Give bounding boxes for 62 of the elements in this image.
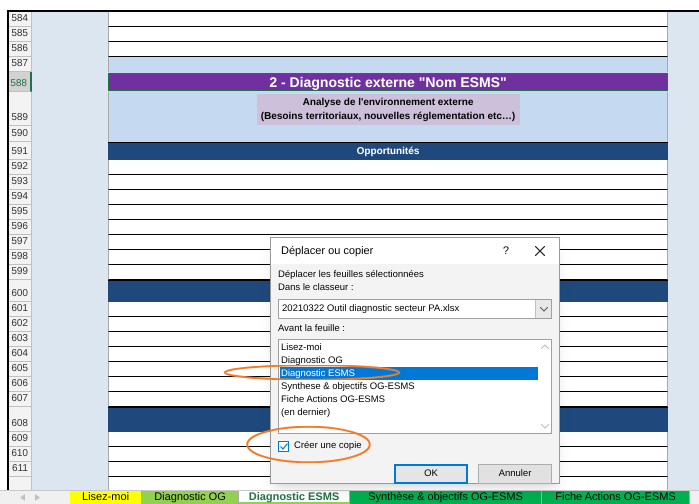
- scroll-right-icon[interactable]: [35, 494, 40, 501]
- row-number: 590: [9, 126, 32, 142]
- row-number: 597: [9, 235, 32, 250]
- row-number: 598: [9, 250, 32, 265]
- dialog-button[interactable]: OK: [394, 464, 468, 484]
- workbook-label: Dans le classeur :: [278, 282, 355, 294]
- margin-cell: [668, 477, 699, 490]
- sheet-tab[interactable]: Diagnostic ESMS: [239, 491, 350, 504]
- check-icon: [280, 442, 288, 450]
- sheet-tab[interactable]: Diagnostic OG: [142, 491, 239, 504]
- sheet-tab[interactable]: Lisez-moi: [70, 491, 142, 504]
- margin-cell: [668, 12, 699, 27]
- row-number: 587: [9, 57, 32, 72]
- close-icon[interactable]: [535, 246, 545, 256]
- row-number: 603: [9, 332, 32, 347]
- row-number: 604: [9, 347, 32, 362]
- row-number: 591: [9, 142, 32, 160]
- row-number: 589: [9, 92, 32, 126]
- row-number: 599: [9, 265, 32, 280]
- row-number: 606: [9, 377, 32, 392]
- row-number: 584: [9, 12, 32, 27]
- scroll-left-icon[interactable]: [20, 494, 25, 501]
- sheet-tab[interactable]: Fiche Actions OG-ESMS: [542, 491, 690, 504]
- row-number: 605: [9, 362, 32, 377]
- row-number: 608: [9, 407, 32, 432]
- sheet-list-item[interactable]: Synthese & objectifs OG-ESMS: [280, 380, 538, 393]
- sheet-list-item[interactable]: Diagnostic OG: [280, 354, 538, 367]
- row-number: 596: [9, 220, 32, 235]
- subtitle-text: Analyse de l'environnement externe: [302, 96, 474, 110]
- sheet-tab[interactable]: Synthèse & objectifs OG-ESMS: [350, 491, 542, 504]
- dialog-button[interactable]: Annuler: [478, 464, 552, 484]
- dropdown-caret-icon[interactable]: [540, 306, 548, 312]
- row-number: 601: [9, 302, 32, 317]
- row-number: 588: [9, 72, 32, 92]
- row-number: 592: [9, 160, 32, 175]
- subtitle-text: (Besoins territoriaux, nouvelles réglementation etc…): [260, 110, 516, 124]
- sheet-list-item[interactable]: Diagnostic ESMS: [280, 367, 538, 380]
- help-button[interactable]: ?: [502, 242, 509, 260]
- row-number: 600: [9, 280, 32, 302]
- workbook-select[interactable]: 20210322 Outil diagnostic secteur PA.xlsx: [278, 299, 552, 319]
- move-label: Déplacer les feuilles sélectionnées: [278, 269, 425, 281]
- row-number: 593: [9, 175, 32, 190]
- row-number: 586: [9, 42, 32, 57]
- sheet-label: Avant la feuille :: [278, 323, 346, 335]
- header-text: Opportunités: [356, 145, 420, 159]
- scroll-down-icon[interactable]: [540, 424, 548, 429]
- scroll-up-icon[interactable]: [540, 344, 548, 349]
- row-number: 607: [9, 392, 32, 407]
- row-number: 611: [9, 462, 32, 477]
- section-title: 2 - Diagnostic externe "Nom ESMS": [108, 73, 668, 91]
- sheet-list-item[interactable]: (en dernier): [280, 406, 538, 419]
- row-number: 585: [9, 27, 32, 42]
- checkbox-label: Créer une copie: [294, 438, 362, 453]
- row-number: 602: [9, 317, 32, 332]
- row-number: 594: [9, 190, 32, 205]
- row-number: 609: [9, 432, 32, 447]
- sheet-list-item[interactable]: Fiche Actions OG-ESMS: [280, 393, 538, 406]
- copy-checkbox[interactable]: [278, 440, 289, 452]
- row-number: 595: [9, 205, 32, 220]
- dialog-title: Déplacer ou copier: [281, 244, 374, 259]
- row-number: 610: [9, 447, 32, 462]
- sheet-list-item[interactable]: Lisez-moi: [280, 341, 538, 354]
